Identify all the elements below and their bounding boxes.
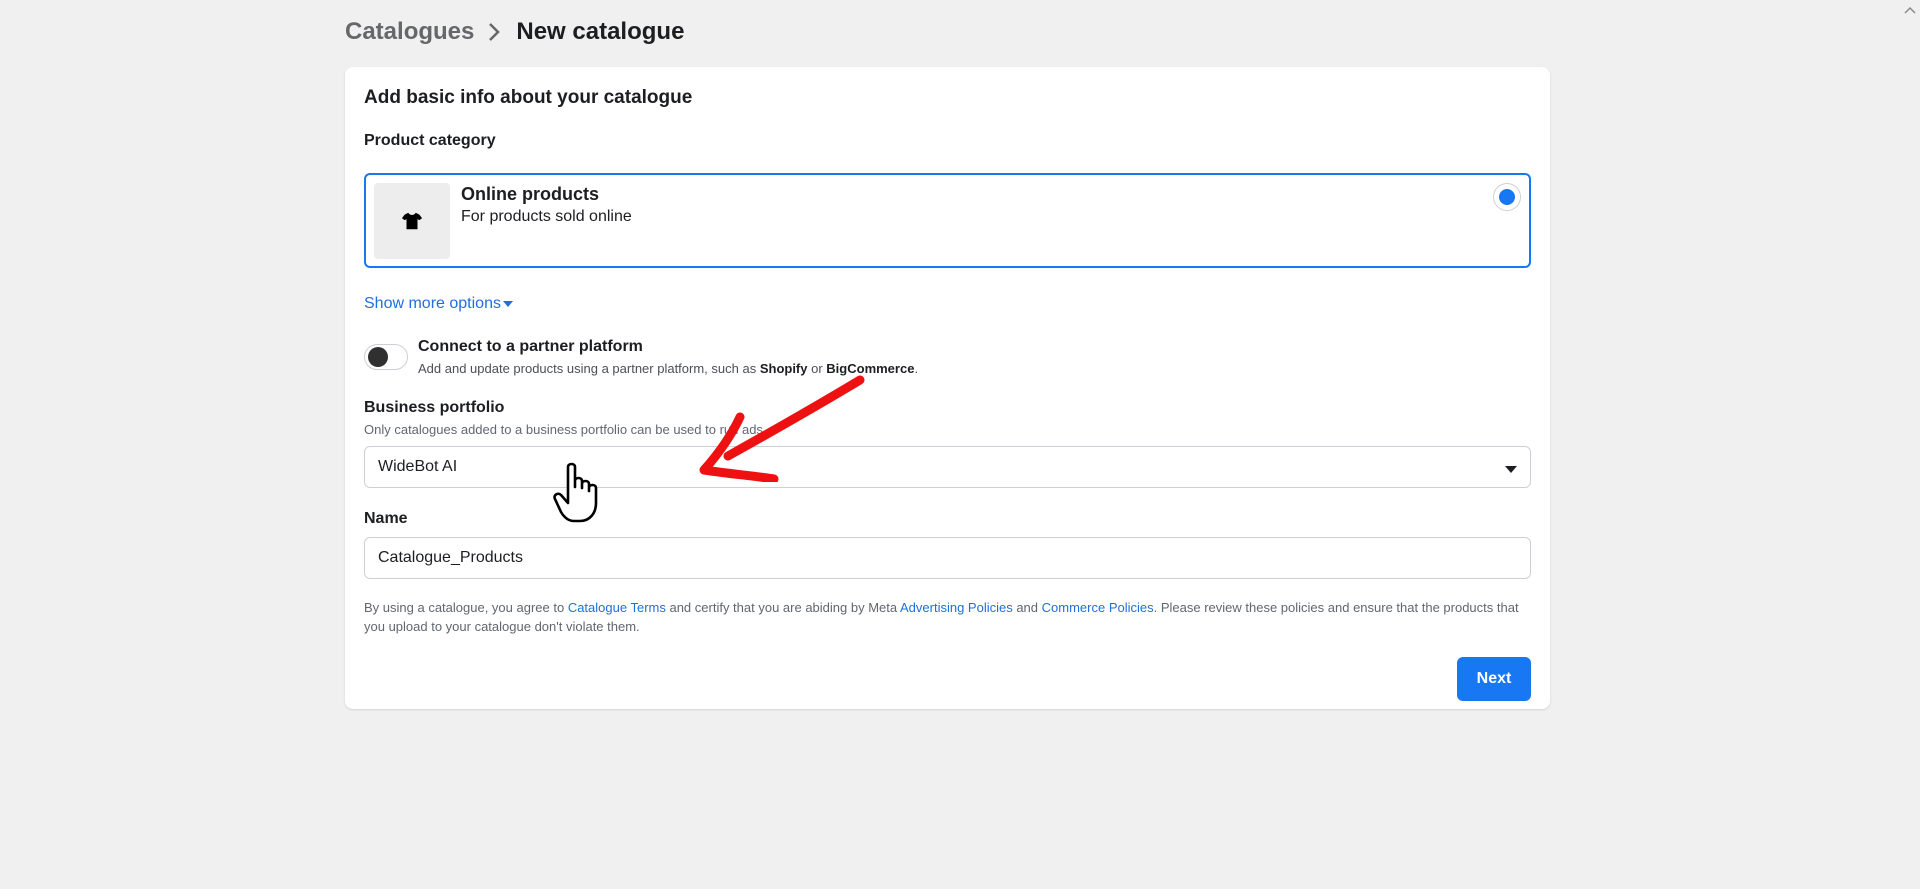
option-thumbnail xyxy=(374,183,450,259)
chevron-right-icon xyxy=(488,20,502,44)
radio-selected-dot xyxy=(1499,189,1515,205)
catalogue-terms-link[interactable]: Catalogue Terms xyxy=(568,600,666,615)
business-portfolio-value: WideBot AI xyxy=(378,458,458,475)
business-portfolio-label: Business portfolio xyxy=(364,399,505,416)
business-portfolio-hint: Only catalogues added to a business port… xyxy=(364,422,767,437)
caret-down-icon xyxy=(1504,461,1518,479)
option-subtitle: For products sold online xyxy=(461,208,632,225)
partner-desc-text: Add and update products using a partner … xyxy=(418,361,760,376)
partner-desc-suffix: . xyxy=(914,361,919,376)
advertising-policies-link[interactable]: Advertising Policies xyxy=(900,600,1013,615)
name-label: Name xyxy=(364,510,408,527)
terms-text: By using a catalogue, you agree to Catal… xyxy=(364,598,1534,636)
catalogue-name-input[interactable] xyxy=(364,537,1531,579)
product-category-label: Product category xyxy=(364,132,496,149)
commerce-policies-link[interactable]: Commerce Policies xyxy=(1042,600,1154,615)
shopify-label: Shopify xyxy=(759,361,808,376)
show-more-label: Show more options xyxy=(364,295,501,312)
show-more-options-link[interactable]: Show more options xyxy=(364,295,513,313)
breadcrumb-catalogues-link[interactable]: Catalogues xyxy=(345,18,474,46)
caret-down-icon xyxy=(502,301,513,307)
partner-platform-toggle[interactable] xyxy=(364,344,408,370)
next-button[interactable]: Next xyxy=(1457,657,1531,701)
terms-part-2: and certify that you are abiding by Meta xyxy=(665,600,900,615)
page-title: New catalogue xyxy=(516,18,685,45)
scroll-up-icon[interactable] xyxy=(1904,6,1916,14)
terms-part-1: By using a catalogue, you agree to xyxy=(364,600,568,615)
bigcommerce-label: BigCommerce xyxy=(826,361,915,376)
breadcrumb: Catalogues New catalogue xyxy=(345,18,684,46)
toggle-knob xyxy=(368,347,388,367)
option-radio[interactable] xyxy=(1493,183,1521,211)
online-products-option[interactable]: Online products For products sold online xyxy=(364,173,1531,268)
form-title: Add basic info about your catalogue xyxy=(364,87,693,108)
business-portfolio-select[interactable]: WideBot AI xyxy=(364,446,1531,488)
partner-platform-description: Add and update products using a partner … xyxy=(418,361,918,376)
catalogue-form-card: Add basic info about your catalogue Prod… xyxy=(345,67,1550,709)
partner-platform-title: Connect to a partner platform xyxy=(418,338,643,355)
t-shirt-icon xyxy=(401,212,423,230)
terms-part-3: and xyxy=(1012,600,1042,615)
option-title: Online products xyxy=(461,184,600,204)
partner-desc-or: or xyxy=(807,361,827,376)
